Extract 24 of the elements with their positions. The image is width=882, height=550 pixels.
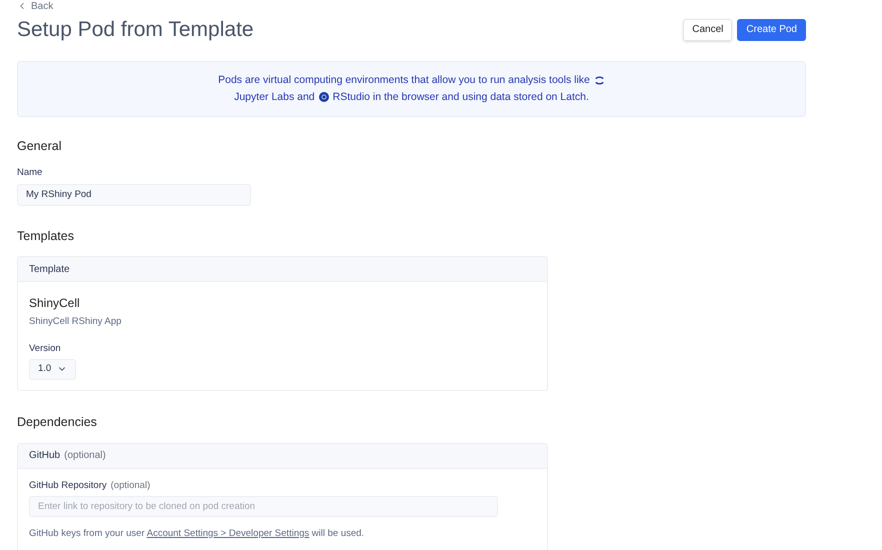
version-select[interactable]: 1.0 — [29, 358, 76, 380]
back-link[interactable]: Back — [17, 0, 54, 12]
optional-note: (optional) — [110, 478, 150, 492]
repository-input[interactable]: Enter link to repository to be cloned on pod creation — [29, 496, 498, 517]
info-text: Pods are virtual computing environments that allow you to run analysis tools like — [218, 72, 590, 88]
create-button[interactable]: Create Pod — [737, 18, 806, 41]
section-heading: Dependencies — [17, 414, 98, 431]
field-label: Version — [29, 342, 62, 356]
info-text: Jupyter Labs and — [234, 90, 315, 104]
optional-note: (optional) — [64, 449, 106, 463]
card-header-title: GitHub — [29, 449, 60, 463]
field-label: Name — [17, 166, 44, 180]
page-title: Setup Pod from Template — [17, 17, 254, 43]
name-input[interactable]: My RShiny Pod — [17, 184, 251, 206]
template-description: ShinyCell RShiny App — [29, 315, 122, 330]
template-name: ShinyCell — [29, 295, 81, 312]
info-text: RStudio in the browser and using data stored on Latch. — [332, 90, 589, 104]
hint-text: GitHub keys from your user Account Settings > Developer Settings will be used. — [29, 526, 366, 541]
field-label: GitHub Repository — [29, 478, 107, 492]
card-header: Template — [18, 257, 547, 282]
section-heading: Templates — [17, 228, 75, 245]
cancel-button[interactable]: Cancel — [683, 18, 732, 41]
settings-link[interactable]: Account Settings > Developer Settings — [146, 528, 310, 539]
section-heading: General — [17, 138, 62, 154]
